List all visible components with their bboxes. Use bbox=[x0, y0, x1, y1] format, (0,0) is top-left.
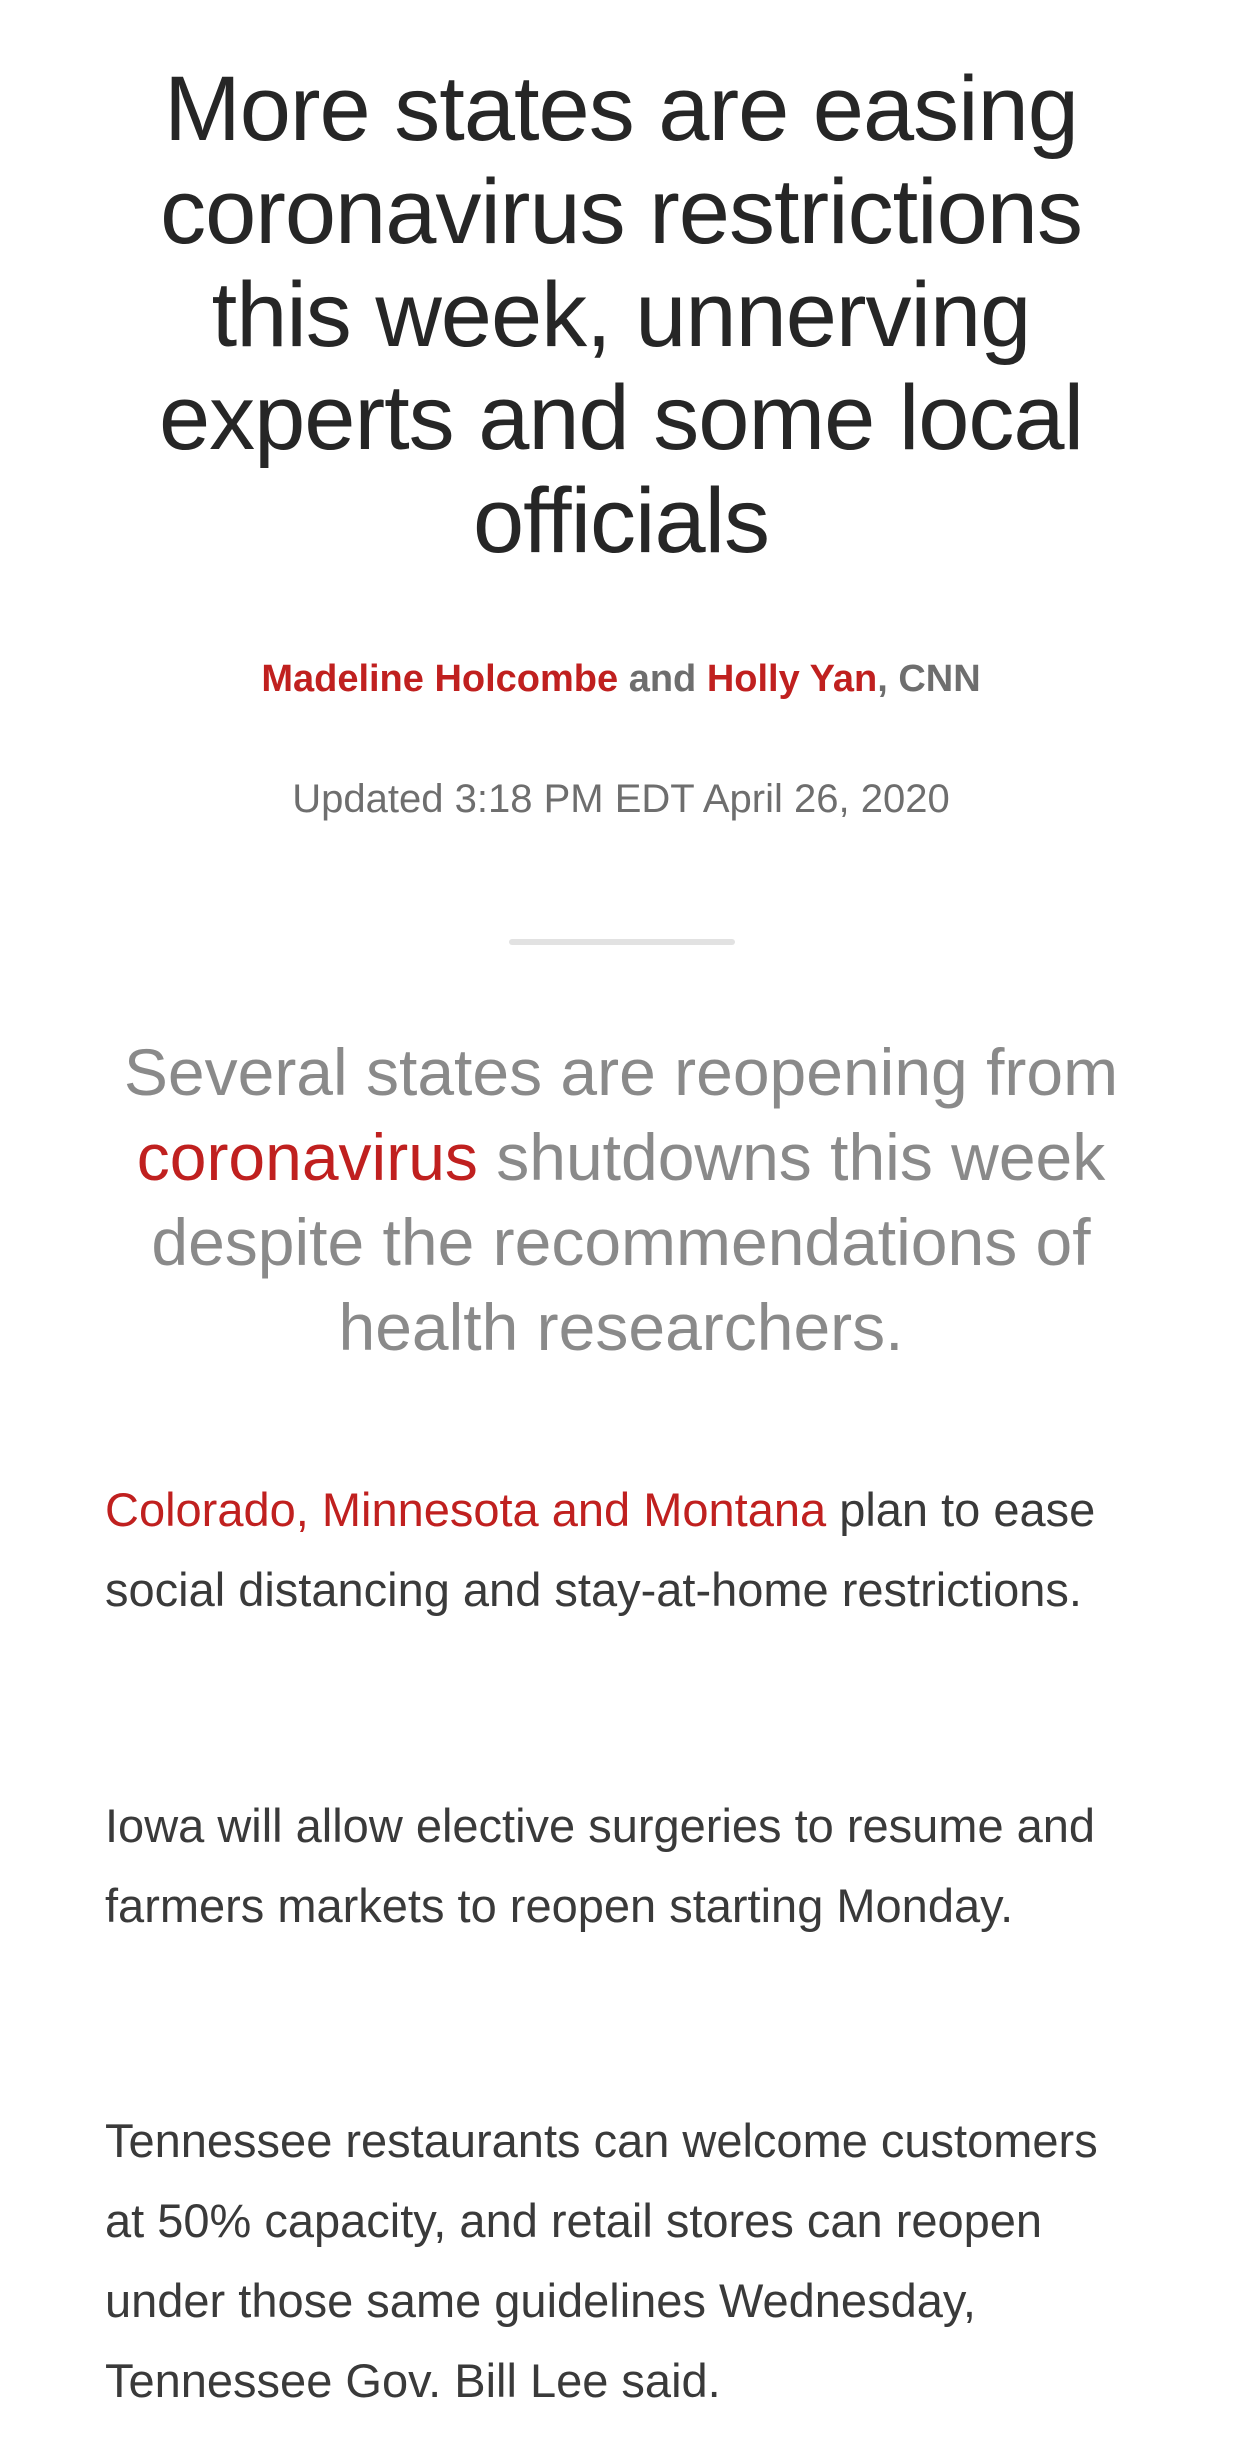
author-link-holly-yan[interactable]: Holly Yan bbox=[707, 658, 877, 700]
section-divider bbox=[509, 939, 735, 945]
author-link-madeline-holcombe[interactable]: Madeline Holcombe bbox=[261, 658, 618, 700]
coronavirus-link[interactable]: coronavirus bbox=[137, 1120, 478, 1194]
article-page: More states are easing coronavirus restr… bbox=[0, 0, 1242, 2461]
byline-source: , CNN bbox=[877, 658, 981, 700]
article-headline: More states are easing coronavirus restr… bbox=[158, 58, 1084, 572]
article-paragraph: Colorado, Minnesota and Montana plan to … bbox=[105, 1470, 1145, 1630]
byline-joiner: and bbox=[618, 658, 707, 700]
article-paragraph: Iowa will allow elective surgeries to re… bbox=[105, 1799, 1096, 1932]
updated-timestamp: Updated 3:18 PM EDT April 26, 2020 bbox=[292, 777, 950, 821]
lede-text-before: Several states are reopening from bbox=[123, 1035, 1119, 1109]
article-paragraph: Tennessee restaurants can welcome custom… bbox=[105, 2114, 1098, 2407]
byline: Madeline Holcombe and Holly Yan, CNN bbox=[0, 655, 1242, 703]
article-lede: Several states are reopening from corona… bbox=[110, 1030, 1132, 1370]
states-link[interactable]: Colorado, Minnesota and Montana bbox=[105, 1483, 826, 1536]
